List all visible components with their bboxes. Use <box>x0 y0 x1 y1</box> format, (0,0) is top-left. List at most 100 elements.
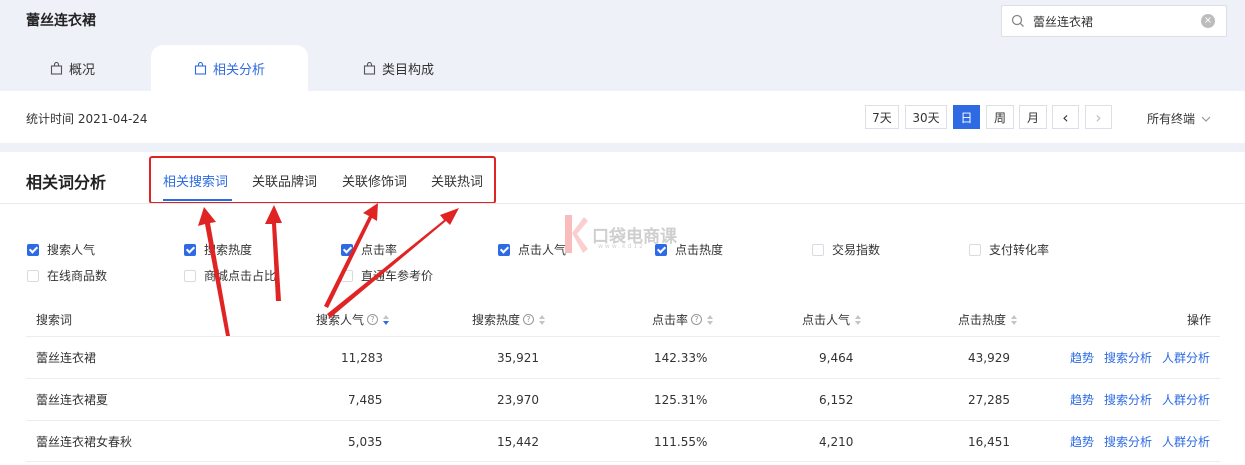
clear-icon[interactable]: × <box>1201 14 1215 28</box>
cell-ctr: 125.31% <box>654 393 708 407</box>
row-divider <box>26 336 1220 337</box>
metric-label: 搜索人气 <box>47 243 96 257</box>
prev-button[interactable]: ‹ <box>1052 105 1079 129</box>
period-30d[interactable]: 30天 <box>905 105 947 129</box>
metric-label: 支付转化率 <box>989 243 1050 257</box>
metric-ztc-price[interactable]: 直通车参考价 <box>341 267 433 284</box>
trend-link[interactable]: 趋势 <box>1070 433 1094 450</box>
sort-icon[interactable] <box>707 314 714 325</box>
checkbox-icon <box>184 243 196 256</box>
col-label: 操作 <box>1187 313 1212 327</box>
cell-keyword: 蕾丝连衣裙夏 <box>36 393 109 407</box>
cell-search-pop: 7,485 <box>348 393 383 407</box>
cell-search-heat: 15,442 <box>497 435 539 449</box>
period-day[interactable]: 日 <box>953 105 980 129</box>
metric-label: 交易指数 <box>832 243 881 257</box>
bag-icon <box>363 61 376 75</box>
period-week[interactable]: 周 <box>986 105 1014 129</box>
tab-overview[interactable]: 概况 <box>50 45 95 91</box>
help-icon[interactable]: ? <box>523 314 535 325</box>
cell-click-heat: 16,451 <box>968 435 1010 449</box>
terminal-label: 所有终端 <box>1147 112 1196 126</box>
metric-label: 点击热度 <box>675 243 724 257</box>
checkbox-icon <box>341 269 353 282</box>
tab-label: 概况 <box>69 62 96 78</box>
cell-search-heat: 35,921 <box>497 351 539 365</box>
period-7d[interactable]: 7天 <box>865 105 899 129</box>
col-label: 点击热度 <box>958 313 1007 327</box>
metric-pay-rate[interactable]: 支付转化率 <box>969 241 1049 258</box>
row-divider <box>26 461 1220 462</box>
metric-search-pop[interactable]: 搜索人气 <box>27 241 95 258</box>
sort-icon[interactable] <box>855 314 862 325</box>
cell-click-heat: 43,929 <box>968 351 1010 365</box>
search-analysis-link[interactable]: 搜索分析 <box>1104 391 1152 408</box>
crowd-analysis-link[interactable]: 人群分析 <box>1162 391 1210 408</box>
col-label: 搜索词 <box>36 313 73 327</box>
col-ctr[interactable]: 点击率? <box>652 311 714 328</box>
metric-click-pop[interactable]: 点击人气 <box>498 241 566 258</box>
cell-click-pop: 9,464 <box>819 351 854 365</box>
col-click-heat[interactable]: 点击热度 <box>958 311 1018 328</box>
sort-icon[interactable] <box>1011 314 1018 325</box>
col-label: 搜索人气 <box>316 313 365 327</box>
metric-ctr[interactable]: 点击率 <box>341 241 397 258</box>
logo-k-icon <box>565 215 588 253</box>
checkbox-icon <box>27 243 39 256</box>
metric-online-items[interactable]: 在线商品数 <box>27 267 107 284</box>
next-button[interactable]: › <box>1085 105 1112 129</box>
bag-icon <box>50 61 63 75</box>
search-analysis-link[interactable]: 搜索分析 <box>1104 349 1152 366</box>
annotation-box <box>149 156 496 204</box>
sort-icon[interactable] <box>539 314 546 325</box>
checkbox-icon <box>969 243 981 256</box>
terminal-select[interactable]: 所有终端 <box>1147 110 1211 127</box>
cell-click-pop: 4,210 <box>819 435 854 449</box>
metric-label: 商城点击占比 <box>204 269 277 283</box>
stats-time: 统计时间 2021-04-24 <box>26 112 148 126</box>
cell-keyword: 蕾丝连衣裙 <box>36 351 97 365</box>
crowd-analysis-link[interactable]: 人群分析 <box>1162 433 1210 450</box>
metric-mall-share[interactable]: 商城点击占比 <box>184 267 276 284</box>
arrow-4 <box>327 208 459 318</box>
tab-category[interactable]: 类目构成 <box>363 45 434 91</box>
tab-label: 类目构成 <box>382 62 435 78</box>
cell-click-heat: 27,285 <box>968 393 1010 407</box>
crowd-analysis-link[interactable]: 人群分析 <box>1162 349 1210 366</box>
help-icon[interactable]: ? <box>691 314 703 325</box>
metric-trade-index[interactable]: 交易指数 <box>812 241 880 258</box>
row-divider <box>26 378 1220 379</box>
search-icon <box>1011 14 1024 27</box>
cell-keyword: 蕾丝连衣裙女春秋 <box>36 435 133 449</box>
tab-related-analysis[interactable]: 相关分析 <box>151 45 308 91</box>
page-title: 蕾丝连衣裙 <box>26 13 96 29</box>
col-click-pop[interactable]: 点击人气 <box>802 311 862 328</box>
cell-search-pop: 11,283 <box>341 351 383 365</box>
section-gap <box>0 143 1245 152</box>
section-title: 相关词分析 <box>26 173 107 192</box>
period-month[interactable]: 月 <box>1019 105 1047 129</box>
metric-label: 搜索热度 <box>204 243 253 257</box>
col-label: 点击率 <box>652 313 689 327</box>
col-search-pop[interactable]: 搜索人气? <box>316 311 390 328</box>
search-input[interactable] <box>1033 14 1193 28</box>
watermark-url: www.kd12 <box>598 243 645 250</box>
search-analysis-link[interactable]: 搜索分析 <box>1104 433 1152 450</box>
metric-search-heat[interactable]: 搜索热度 <box>184 241 252 258</box>
arrow-2 <box>265 205 282 301</box>
search-box[interactable]: × <box>1001 5 1227 37</box>
metric-label: 在线商品数 <box>47 269 108 283</box>
sort-icon[interactable] <box>383 314 390 325</box>
help-icon[interactable]: ? <box>367 314 379 325</box>
row-divider <box>26 420 1220 421</box>
header-area: 蕾丝连衣裙 × 概况 相关分析 类目构成 <box>0 0 1245 91</box>
trend-link[interactable]: 趋势 <box>1070 391 1094 408</box>
metric-label: 点击率 <box>361 243 398 257</box>
stats-bar: 统计时间 2021-04-24 7天 30天 日 周 月 ‹ › 所有终端 <box>0 91 1245 143</box>
trend-link[interactable]: 趋势 <box>1070 349 1094 366</box>
cell-ctr: 111.55% <box>654 435 708 449</box>
checkbox-icon <box>184 269 196 282</box>
col-search-heat[interactable]: 搜索热度? <box>472 311 546 328</box>
cell-click-pop: 6,152 <box>819 393 854 407</box>
section-divider <box>0 203 1245 204</box>
